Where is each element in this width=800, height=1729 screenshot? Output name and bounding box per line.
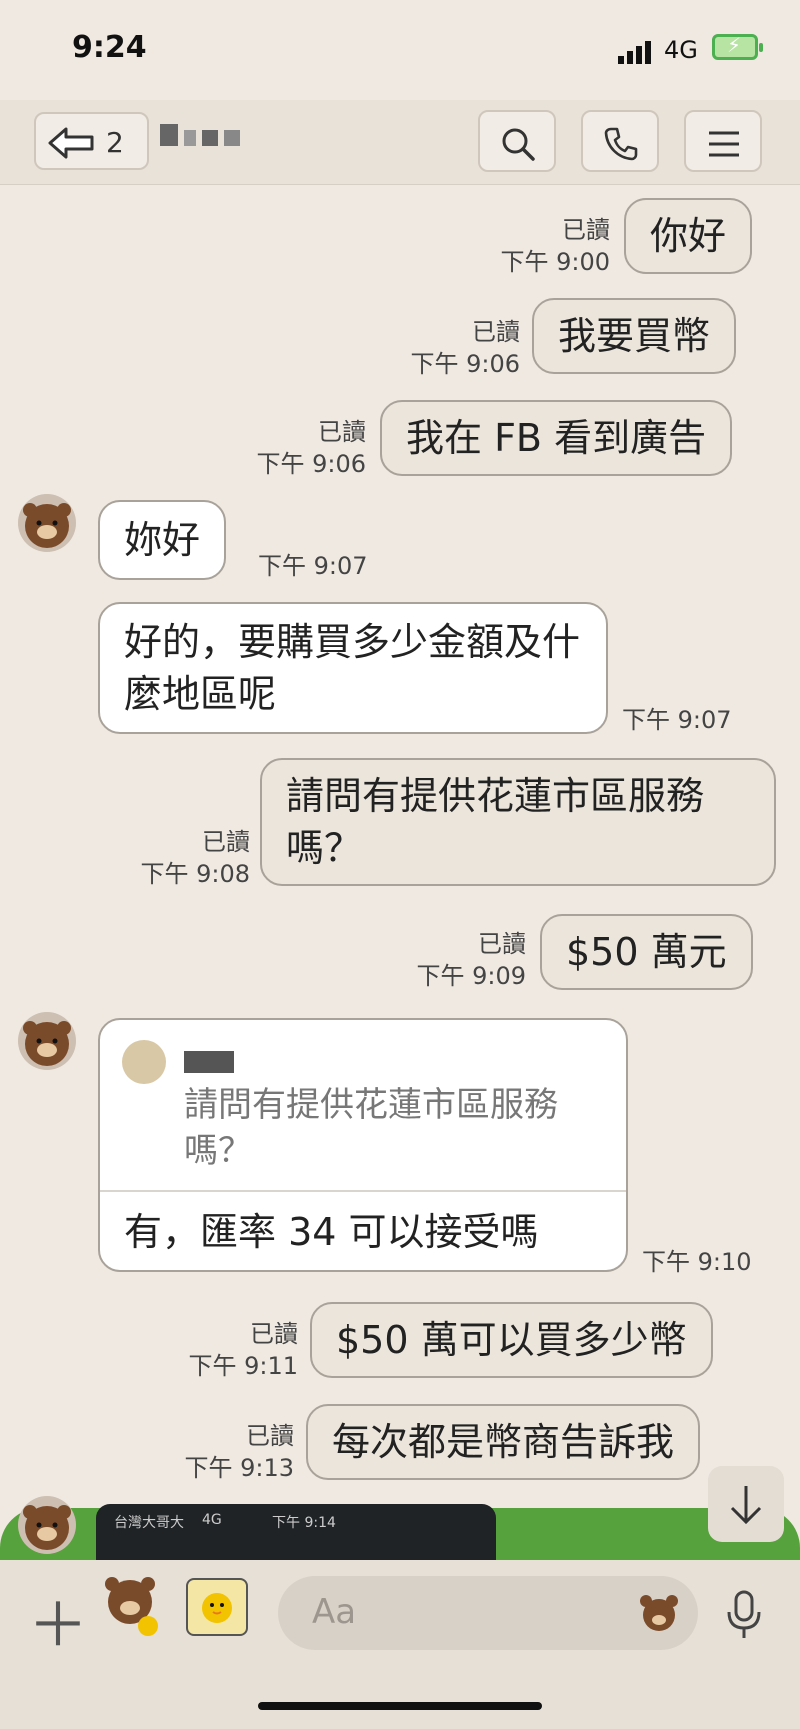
message-meta: 已讀 下午 9:11 [188, 1320, 298, 1380]
quoted-message[interactable]: 請問有提供花蓮市區服務嗎？ [100, 1040, 626, 1192]
unread-count: 2 [106, 126, 124, 159]
bear-sticker-button[interactable] [100, 1574, 162, 1638]
bear-icon [23, 503, 71, 548]
plus-icon[interactable]: ＋ [28, 1596, 88, 1656]
contact-avatar[interactable] [18, 1012, 76, 1070]
bear-icon [23, 1505, 71, 1550]
message-time: 下午 9:10 [642, 1248, 752, 1276]
outgoing-message[interactable]: $50 萬元 [540, 914, 753, 990]
back-button[interactable]: 2 [34, 112, 149, 170]
message-input-placeholder: Aa [312, 1592, 357, 1632]
input-bar: ＋ Aa [0, 1560, 800, 1729]
bear-sticker-icon [105, 1577, 158, 1636]
message-meta: 已讀 下午 9:08 [140, 828, 250, 888]
bear-icon [23, 1021, 71, 1066]
contact-avatar[interactable] [18, 494, 76, 552]
incoming-reply-message[interactable]: 請問有提供花蓮市區服務嗎？ 有，匯率 34 可以接受嗎 [98, 1018, 628, 1272]
outgoing-message[interactable]: 請問有提供花蓮市區服務嗎？ [260, 758, 776, 886]
contact-avatar[interactable] [18, 1496, 76, 1554]
message-meta: 已讀 下午 9:06 [410, 318, 520, 378]
message-time: 下午 9:07 [622, 706, 732, 734]
incoming-message[interactable]: 好的，要購買多少金額及什麼地區呢 [98, 602, 608, 734]
outgoing-message[interactable]: 每次都是幣商告訴我 [306, 1404, 701, 1480]
network-label: 4G [664, 36, 698, 64]
image-button[interactable] [186, 1578, 248, 1636]
message-meta: 已讀 下午 9:13 [184, 1422, 294, 1482]
quoted-text: 請問有提供花蓮市區服務嗎？ [184, 1085, 558, 1171]
status-bar: 9:24 4G ⚡ [0, 0, 800, 100]
message-time: 下午 9:07 [258, 552, 368, 580]
quoted-avatar [122, 1040, 166, 1084]
search-button[interactable] [478, 110, 556, 172]
outgoing-message[interactable]: 我要買幣 [532, 298, 737, 374]
quoted-name-blurred [184, 1051, 234, 1073]
message-meta: 已讀 下午 9:00 [500, 216, 610, 276]
scroll-to-bottom-button[interactable] [708, 1466, 784, 1542]
status-time: 9:24 [72, 30, 147, 65]
phone-icon [604, 127, 638, 161]
search-icon [502, 128, 535, 161]
arrow-down-icon [730, 1486, 762, 1525]
message-meta: 已讀 下午 9:09 [416, 930, 526, 990]
photo-icon [202, 1593, 232, 1623]
contact-name-blurred [160, 124, 280, 158]
chat-header: 2 [0, 100, 800, 185]
incoming-message[interactable]: 妳好 [98, 500, 227, 580]
microphone-icon[interactable] [724, 1590, 764, 1640]
signal-icon [618, 41, 651, 64]
menu-button[interactable] [684, 110, 762, 172]
outgoing-message[interactable]: 你好 [624, 198, 753, 274]
message-meta: 已讀 下午 9:06 [256, 418, 366, 478]
outgoing-message[interactable]: $50 萬可以買多少幣 [310, 1302, 713, 1378]
message-input[interactable]: Aa [278, 1576, 698, 1650]
back-arrow-icon [48, 127, 94, 159]
menu-icon [709, 131, 739, 157]
screenshot-preview[interactable]: 台灣大哥大 4G 下午 9:14 [96, 1504, 496, 1560]
outgoing-message[interactable]: 我在 FB 看到廣告 [380, 400, 733, 476]
call-button[interactable] [581, 110, 659, 172]
home-indicator [258, 1702, 542, 1710]
emoji-icon[interactable] [638, 1592, 680, 1634]
battery-icon: ⚡ [712, 33, 763, 60]
reply-text: 有，匯率 34 可以接受嗎 [124, 1210, 539, 1254]
